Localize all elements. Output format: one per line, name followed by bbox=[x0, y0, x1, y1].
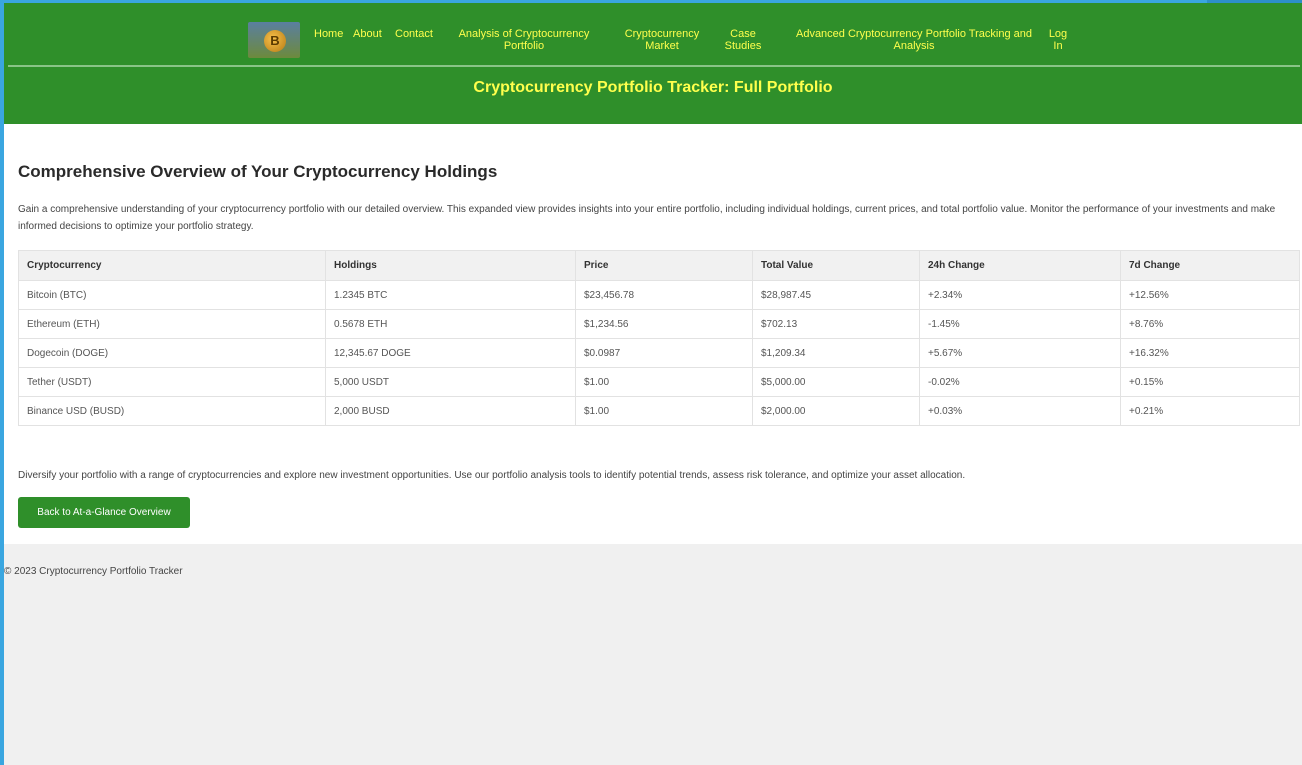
nav-home[interactable]: Home bbox=[314, 28, 343, 40]
nav-divider bbox=[8, 65, 1300, 67]
column-header: Holdings bbox=[325, 250, 576, 281]
nav-analysis-portfolio[interactable]: Analysis of Cryptocurrency Portfolio bbox=[456, 28, 592, 52]
column-header: 7d Change bbox=[1120, 250, 1300, 281]
cell-price: $1.00 bbox=[575, 367, 753, 397]
site-header: B Home About Contact Analysis of Cryptoc… bbox=[4, 3, 1302, 124]
cell-24h-change: +2.34% bbox=[919, 280, 1121, 310]
outro-paragraph: Diversify your portfolio with a range of… bbox=[18, 470, 966, 481]
cell-24h-change: -1.45% bbox=[919, 309, 1121, 339]
portfolio-table: Cryptocurrency Holdings Price Total Valu… bbox=[18, 250, 1300, 426]
cell-holdings: 5,000 USDT bbox=[325, 367, 576, 397]
table-row: Tether (USDT) 5,000 USDT $1.00 $5,000.00… bbox=[18, 367, 1300, 397]
column-header: Price bbox=[575, 250, 753, 281]
table-row: Bitcoin (BTC) 1.2345 BTC $23,456.78 $28,… bbox=[18, 280, 1300, 310]
cell-cryptocurrency: Ethereum (ETH) bbox=[18, 309, 326, 339]
cell-24h-change: -0.02% bbox=[919, 367, 1121, 397]
cell-7d-change: +16.32% bbox=[1120, 338, 1300, 368]
main-content: Comprehensive Overview of Your Cryptocur… bbox=[4, 124, 1302, 544]
intro-paragraph: Gain a comprehensive understanding of yo… bbox=[18, 204, 1276, 232]
section-heading: Comprehensive Overview of Your Cryptocur… bbox=[18, 162, 498, 181]
cell-7d-change: +8.76% bbox=[1120, 309, 1300, 339]
cell-holdings: 1.2345 BTC bbox=[325, 280, 576, 310]
column-header: 24h Change bbox=[919, 250, 1121, 281]
cell-7d-change: +12.56% bbox=[1120, 280, 1300, 310]
cell-price: $1.00 bbox=[575, 396, 753, 426]
cell-cryptocurrency: Tether (USDT) bbox=[18, 367, 326, 397]
table-row: Ethereum (ETH) 0.5678 ETH $1,234.56 $702… bbox=[18, 309, 1300, 339]
cell-price: $23,456.78 bbox=[575, 280, 753, 310]
nav-advanced-tracking[interactable]: Advanced Cryptocurrency Portfolio Tracki… bbox=[790, 28, 1038, 52]
table-header-row: Cryptocurrency Holdings Price Total Valu… bbox=[18, 250, 1300, 281]
cell-24h-change: +0.03% bbox=[919, 396, 1121, 426]
cell-24h-change: +5.67% bbox=[919, 338, 1121, 368]
cell-cryptocurrency: Bitcoin (BTC) bbox=[18, 280, 326, 310]
cell-total-value: $2,000.00 bbox=[752, 396, 920, 426]
cell-total-value: $702.13 bbox=[752, 309, 920, 339]
column-header: Total Value bbox=[752, 250, 920, 281]
cell-7d-change: +0.15% bbox=[1120, 367, 1300, 397]
table-row: Binance USD (BUSD) 2,000 BUSD $1.00 $2,0… bbox=[18, 396, 1300, 426]
cell-holdings: 12,345.67 DOGE bbox=[325, 338, 576, 368]
cell-7d-change: +0.21% bbox=[1120, 396, 1300, 426]
nav-crypto-market[interactable]: Cryptocurrency Market bbox=[616, 28, 708, 52]
cell-cryptocurrency: Binance USD (BUSD) bbox=[18, 396, 326, 426]
cell-price: $0.0987 bbox=[575, 338, 753, 368]
bitcoin-logo-icon[interactable]: B bbox=[248, 22, 300, 58]
column-header: Cryptocurrency bbox=[18, 250, 326, 281]
main-nav: B Home About Contact Analysis of Cryptoc… bbox=[4, 3, 1302, 65]
table-row: Dogecoin (DOGE) 12,345.67 DOGE $0.0987 $… bbox=[18, 338, 1300, 368]
nav-login[interactable]: Log In bbox=[1048, 28, 1068, 52]
nav-case-studies[interactable]: Case Studies bbox=[722, 28, 764, 52]
cell-total-value: $28,987.45 bbox=[752, 280, 920, 310]
cell-total-value: $1,209.34 bbox=[752, 338, 920, 368]
back-to-overview-button[interactable]: Back to At-a-Glance Overview bbox=[18, 497, 190, 528]
page-title: Cryptocurrency Portfolio Tracker: Full P… bbox=[473, 79, 833, 96]
cell-holdings: 2,000 BUSD bbox=[325, 396, 576, 426]
cell-cryptocurrency: Dogecoin (DOGE) bbox=[18, 338, 326, 368]
cell-total-value: $5,000.00 bbox=[752, 367, 920, 397]
site-footer: © 2023 Cryptocurrency Portfolio Tracker bbox=[4, 566, 183, 577]
cell-price: $1,234.56 bbox=[575, 309, 753, 339]
nav-about[interactable]: About bbox=[353, 28, 382, 40]
nav-contact[interactable]: Contact bbox=[395, 28, 433, 40]
cell-holdings: 0.5678 ETH bbox=[325, 309, 576, 339]
bitcoin-coin-icon: B bbox=[264, 30, 286, 52]
